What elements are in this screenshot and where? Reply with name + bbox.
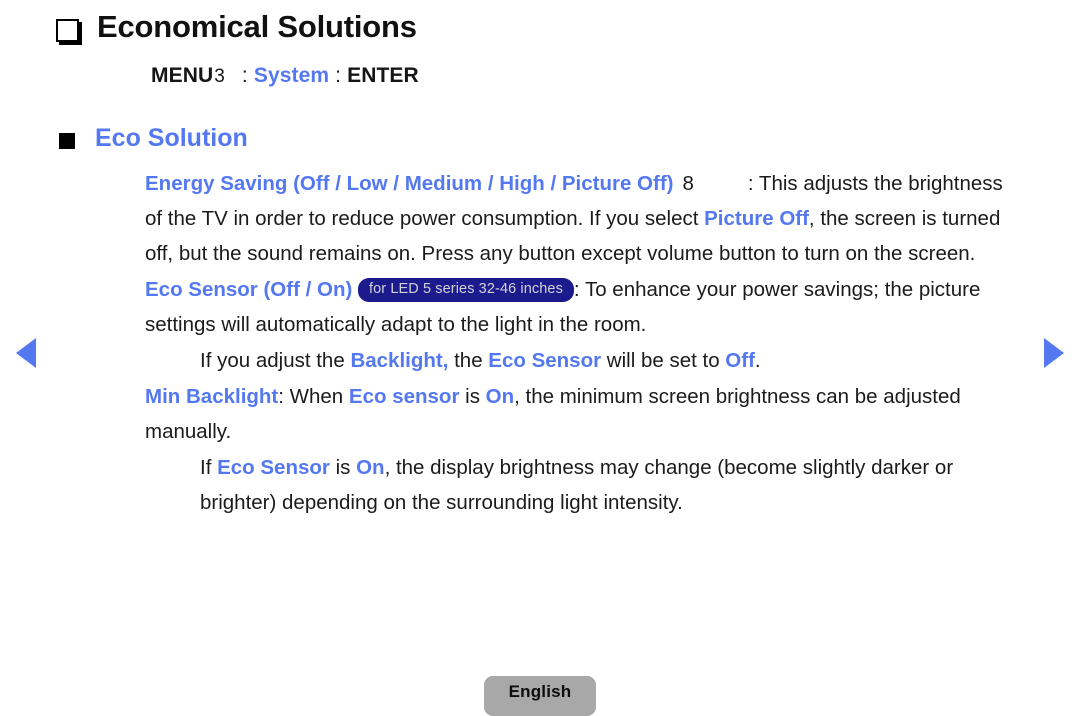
menu-path-menu-label: MENU [151, 64, 214, 87]
language-badge[interactable]: English [484, 676, 596, 716]
highlight-eco-sensor-2: Eco sensor [348, 385, 460, 408]
paragraph-backlight-note: If you adjust the Backlight, the Eco Sen… [145, 343, 1025, 378]
eco-sensor-separator: : [573, 278, 580, 301]
backlight-note-text-2: the [448, 349, 489, 372]
highlight-on-1: On [485, 385, 515, 408]
paragraph-min-backlight: Min Backlight: When Eco sensor is On, th… [145, 379, 1025, 449]
highlight-on-2: On [356, 456, 385, 479]
backlight-note-text-4: . [754, 349, 761, 372]
menu-button-glyph-icon: 3 [214, 66, 225, 87]
content-body: Energy Saving (Off / Low / Medium / High… [145, 166, 1025, 520]
highlight-off: Off [725, 349, 755, 372]
paragraph-eco-sensor-note: If Eco Sensor is On, the display brightn… [145, 450, 1025, 520]
highlight-picture-off: Picture Off [704, 207, 809, 230]
eco-sensor-note-text-2: is [329, 456, 357, 479]
model-badge: for LED 5 series 32-46 inches [358, 278, 574, 302]
hollow-square-icon [56, 18, 79, 42]
backlight-note-text-1: If you adjust the [200, 349, 351, 372]
eco-sensor-note-text-1: If [200, 456, 218, 479]
section-heading-text: Eco Solution [95, 124, 248, 152]
section-heading: Eco Solution [59, 124, 248, 153]
energy-saving-glyph-icon: 8 [682, 172, 694, 195]
paragraph-energy-saving: Energy Saving (Off / Low / Medium / High… [145, 166, 1025, 271]
menu-path: MENU3: System: ENTER [151, 64, 419, 88]
min-backlight-text-1: : When [278, 385, 349, 408]
min-backlight-text-2: is [459, 385, 486, 408]
highlight-eco-sensor-1: Eco Sensor [488, 349, 602, 372]
page-root: Economical Solutions MENU3: System: ENTER … [0, 0, 1080, 716]
term-min-backlight: Min Backlight [145, 385, 279, 408]
triangle-right-icon[interactable] [1044, 338, 1064, 368]
term-energy-saving: Energy Saving (Off / Low / Medium / High… [145, 172, 674, 195]
menu-path-separator-1: : [241, 64, 248, 87]
menu-path-separator-2: : [335, 64, 342, 87]
page-title-text: Economical Solutions [97, 9, 417, 44]
menu-path-target: System [253, 64, 330, 87]
backlight-note-text-3: will be set to [601, 349, 726, 372]
highlight-eco-sensor-3: Eco Sensor [217, 456, 330, 479]
filled-square-icon [59, 132, 75, 149]
paragraph-eco-sensor: Eco Sensor (Off / On) for LED 5 series 3… [145, 272, 1025, 342]
menu-path-enter-label: ENTER [347, 64, 419, 87]
energy-saving-separator: : [747, 172, 754, 195]
triangle-left-icon[interactable] [16, 338, 36, 368]
highlight-backlight: Backlight, [350, 349, 449, 372]
page-title: Economical Solutions [56, 9, 417, 44]
term-eco-sensor: Eco Sensor (Off / On) [145, 278, 353, 301]
